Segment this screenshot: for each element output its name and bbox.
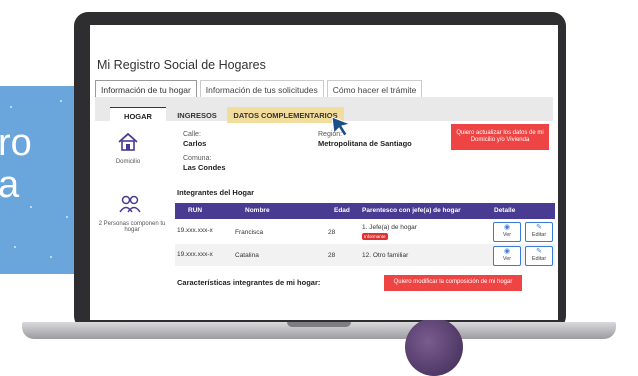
row-1-ver-button[interactable]: ◉ Ver (493, 222, 521, 242)
region-label: Región: (318, 131, 343, 138)
app-screen: Mi Registro Social de Hogares Informació… (90, 25, 558, 320)
background-text-1: ro (0, 122, 32, 164)
calle-label: Calle: (183, 131, 201, 138)
col-nombre: Nombre (245, 207, 270, 214)
row-1-editar-button[interactable]: ✎ Editar (525, 222, 553, 242)
row-2-edad: 28 (328, 252, 336, 259)
domicilio-label: Domicilio (115, 159, 141, 165)
row-1-run: 19.xxx.xxx-x (177, 227, 213, 234)
col-parentesco: Parentesco con jefe(a) de hogar (362, 207, 461, 214)
subtab-hogar[interactable]: HOGAR (110, 107, 166, 124)
row-2-editar-button[interactable]: ✎ Editar (525, 246, 553, 266)
people-icon (119, 195, 141, 213)
region-value: Metropolitana de Santiago (318, 139, 412, 148)
col-run: RUN (188, 207, 203, 214)
pencil-icon: ✎ (536, 224, 542, 231)
integrantes-count: 2 Personas componen tu hogar (98, 221, 166, 233)
row-1-edad: 28 (328, 229, 336, 236)
background-text-2: a (0, 164, 20, 206)
pencil-icon: ✎ (536, 248, 542, 255)
row-1-parentesco: 1. Jefe(a) de hogar (362, 224, 417, 231)
row-2-ver-button[interactable]: ◉ Ver (493, 246, 521, 266)
integrantes-title: Integrantes del Hogar (177, 188, 255, 197)
update-domicilio-button[interactable]: Quiero actualizar los datos de mi Domici… (451, 124, 549, 150)
col-edad: Edad (334, 207, 350, 214)
subtab-datos-complementarios[interactable]: DATOS COMPLEMENTARIOS (227, 107, 344, 123)
caracteristicas-title: Características integrantes de mi hogar: (177, 278, 321, 287)
page-title: Mi Registro Social de Hogares (97, 58, 266, 72)
subtab-ingresos[interactable]: INGRESOS (172, 107, 222, 123)
comuna-value: Las Condes (183, 163, 226, 172)
row-2-nombre: Catalina (235, 252, 259, 259)
informante-badge: Informante (362, 233, 388, 240)
comuna-label: Comuna: (183, 155, 212, 162)
eye-icon: ◉ (503, 224, 511, 231)
modify-composicion-button[interactable]: Quiero modificar la composición de mi ho… (384, 275, 522, 291)
row-2-run: 19.xxx.xxx-x (177, 251, 213, 258)
globe-decoration (405, 318, 463, 376)
row-2-parentesco: 12. Otro familiar (362, 252, 409, 259)
eye-icon: ◉ (503, 248, 511, 255)
row-1-nombre: Francisca (235, 229, 264, 236)
house-icon (118, 132, 138, 151)
calle-value: Carlos (183, 139, 207, 148)
laptop-notch (287, 322, 351, 327)
col-detalle: Detalle (494, 207, 516, 214)
